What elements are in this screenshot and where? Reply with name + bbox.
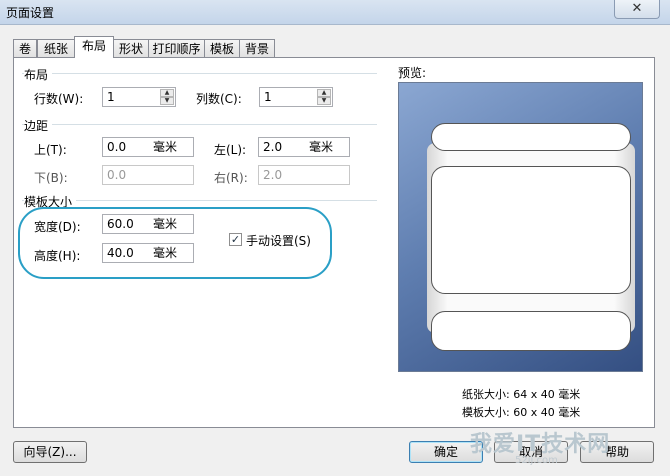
cols-stepper[interactable]: 1 ▲ ▼	[259, 87, 333, 107]
margin-bottom-label: 下(B):	[34, 171, 68, 185]
layout-group-label: 布局	[24, 66, 53, 82]
watermark-subtext: 52ij.com	[515, 455, 558, 466]
margin-right-field[interactable]: 2.0	[258, 165, 350, 185]
tab-roll[interactable]: 卷	[13, 39, 37, 57]
paper-size-text: 纸张大小: 64 x 40 毫米	[462, 388, 581, 401]
cols-spinner[interactable]: ▲ ▼	[317, 89, 331, 105]
preview-pane	[398, 82, 643, 372]
margins-group-label: 边距	[24, 117, 53, 133]
preview-label: 预览:	[398, 66, 427, 80]
margin-bottom-field[interactable]: 0.0	[102, 165, 194, 185]
up-arrow-icon[interactable]: ▲	[160, 89, 174, 97]
tab-shape[interactable]: 形状	[113, 39, 149, 57]
watermark-text: 我爱IT技术网	[470, 432, 611, 457]
down-arrow-icon[interactable]: ▼	[317, 97, 331, 105]
margin-top-field[interactable]: 0.0 毫米	[102, 137, 194, 157]
preview-label-main	[431, 166, 631, 294]
margin-right-label: 右(R):	[214, 171, 248, 185]
rows-label: 行数(W):	[34, 92, 84, 106]
layout-group-line	[22, 73, 377, 74]
tab-background[interactable]: 背景	[239, 39, 275, 57]
preview-label-top	[431, 123, 631, 151]
tab-template[interactable]: 模板	[204, 39, 240, 57]
up-arrow-icon[interactable]: ▲	[317, 89, 331, 97]
close-button[interactable]: ✕	[614, 0, 660, 19]
window-title: 页面设置	[6, 6, 55, 20]
template-size-text: 模板大小: 60 x 40 毫米	[462, 406, 581, 419]
margins-group-line	[22, 124, 377, 125]
margin-top-label: 上(T):	[34, 143, 67, 157]
margin-left-label: 左(L):	[214, 143, 247, 157]
template-size-group-label: 模板大小	[24, 193, 77, 209]
rows-stepper[interactable]: 1 ▲ ▼	[102, 87, 176, 107]
wizard-button[interactable]: 向导(Z)...	[13, 441, 87, 463]
tab-paper[interactable]: 纸张	[37, 39, 75, 57]
title-bar: 页面设置 ✕	[0, 0, 670, 25]
annotation-highlight-ellipse	[18, 207, 332, 279]
tab-print-order[interactable]: 打印顺序	[148, 39, 205, 57]
cols-label: 列数(C):	[196, 92, 242, 106]
down-arrow-icon[interactable]: ▼	[160, 97, 174, 105]
margin-left-field[interactable]: 2.0 毫米	[258, 137, 350, 157]
tab-layout[interactable]: 布局	[74, 36, 114, 58]
preview-label-bottom	[431, 311, 631, 351]
rows-spinner[interactable]: ▲ ▼	[160, 89, 174, 105]
